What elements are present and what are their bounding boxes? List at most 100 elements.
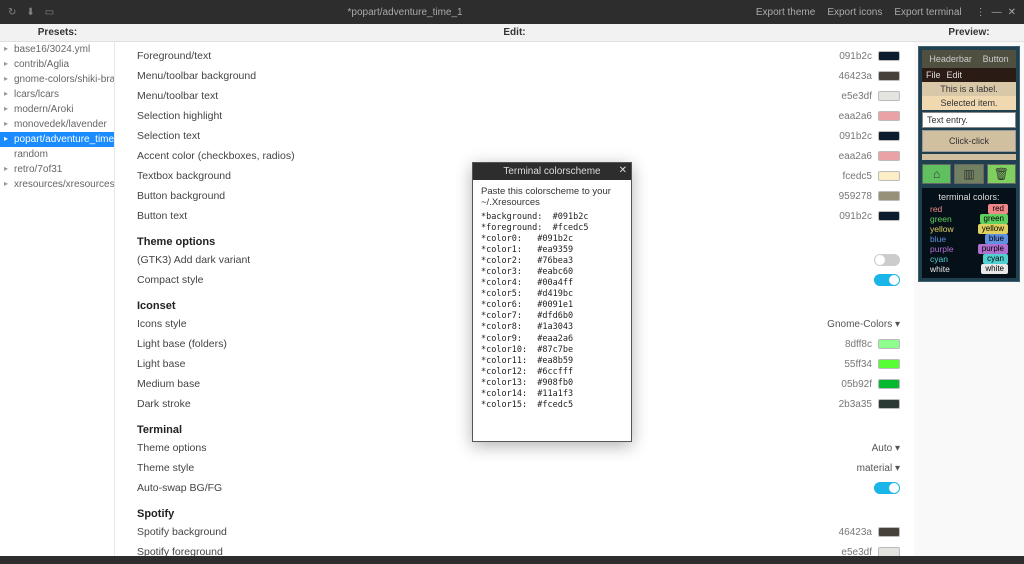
term-color-chip: blue [985,234,1008,244]
toggle-label: Auto-swap BG/FG [137,482,874,494]
minimize-icon[interactable]: — [992,7,1002,18]
color-row: Selection text091b2c [137,126,900,146]
color-row: Foreground/text091b2c [137,46,900,66]
color-label: Menu/toolbar background [137,70,824,82]
dialog-titlebar: Terminal colorscheme ✕ [473,163,631,180]
term-color-chip: yellow [978,224,1008,234]
menu-icon[interactable]: ⋮ [976,7,986,18]
color-swatch[interactable] [878,547,900,556]
term-color-chip: white [981,264,1008,274]
color-swatch[interactable] [878,191,900,201]
bottom-bar [0,556,1024,564]
term-color-chip: purple [978,244,1008,254]
term-color-row: purple purple [926,244,1012,254]
reload-icon[interactable]: ↻ [8,7,16,18]
desktop-icon: ▥ [954,164,983,184]
sidebar-item[interactable]: popart/adventure_time_1 [0,132,114,147]
sidebar-item[interactable]: monovedek/lavender [0,117,114,132]
preview-text-entry: Text entry. [922,112,1016,128]
preview-headerbar-label: Headerbar [929,54,972,64]
color-swatch[interactable] [878,71,900,81]
color-swatch[interactable] [878,131,900,141]
sidebar-item[interactable]: retro/7of31 [0,162,114,177]
preview-selected-item: Selected item. [922,96,1016,110]
sidebar-item[interactable]: contrib/Aglia [0,57,114,72]
sidebar-item[interactable]: xresources/xresources [0,177,114,192]
dropdown-value[interactable]: material ▾ [857,463,900,474]
color-hex: 091b2c [824,211,872,222]
toggle-switch[interactable] [874,254,900,266]
color-label: Menu/toolbar text [137,90,824,102]
color-hex: e5e3df [824,547,872,557]
dialog-xresources-text[interactable]: *background: #091b2c *foreground: #fcedc… [481,212,623,411]
color-swatch[interactable] [878,527,900,537]
preview-button: Click-click [922,130,1016,152]
color-hex: 959278 [824,191,872,202]
term-color-name: purple [930,244,954,254]
preview-terminal-header: terminal colors: [926,192,1012,202]
dropdown-value[interactable]: Auto ▾ [872,443,900,454]
term-color-name: green [930,214,952,224]
color-label: Spotify background [137,526,824,538]
sidebar-item[interactable]: random [0,147,114,162]
close-icon[interactable]: ✕ [1008,7,1016,18]
color-swatch[interactable] [878,151,900,161]
dialog-close-icon[interactable]: ✕ [619,165,627,176]
export-terminal-action[interactable]: Export terminal [894,7,961,18]
color-swatch[interactable] [878,211,900,221]
term-color-name: white [930,264,950,274]
presets-header: Presets: [0,27,115,38]
dropdown-label: Theme style [137,462,857,474]
color-swatch[interactable] [878,339,900,349]
sidebar-item[interactable]: gnome-colors/shiki-brave [0,72,114,87]
color-hex: 46423a [824,71,872,82]
term-color-name: cyan [930,254,948,264]
toggle-switch[interactable] [874,274,900,286]
sidebar-item[interactable]: base16/3024.yml [0,42,114,57]
color-hex: 8dff8c [824,339,872,350]
color-hex: fcedc5 [824,171,872,182]
term-color-row: cyan cyan [926,254,1012,264]
term-color-chip: green [980,214,1008,224]
color-label: Selection text [137,130,824,142]
color-label: Spotify foreground [137,546,824,556]
preview-menubar: File Edit [922,68,1016,82]
color-hex: 05b92f [824,379,872,390]
color-row: Spotify foregrounde5e3df [137,542,900,556]
color-swatch[interactable] [878,91,900,101]
sidebar-item[interactable]: modern/Aroki [0,102,114,117]
term-color-chip: cyan [983,254,1008,264]
color-swatch[interactable] [878,171,900,181]
color-swatch[interactable] [878,399,900,409]
term-color-row: redred [926,204,1012,214]
color-hex: 46423a [824,527,872,538]
export-icons-action[interactable]: Export icons [827,7,882,18]
dropdown-label: Theme options [137,442,872,454]
color-row: Spotify background46423a [137,522,900,542]
color-swatch[interactable] [878,379,900,389]
terminal-colorscheme-dialog: Terminal colorscheme ✕ Paste this colors… [472,162,632,442]
preview-headerbar-button: Button [983,54,1009,64]
sidebar-item[interactable]: lcars/lcars [0,87,114,102]
home-icon: ⌂ [922,164,951,184]
term-color-name: blue [930,234,946,244]
trash-icon: 🗑 [987,164,1016,184]
export-theme-action[interactable]: Export theme [756,7,815,18]
color-swatch[interactable] [878,359,900,369]
preview-menu-file: File [926,70,941,80]
box-icon[interactable]: ▭ [45,7,54,18]
download-icon[interactable]: ⬇ [26,7,34,18]
color-swatch[interactable] [878,51,900,61]
dropdown-value[interactable]: Gnome-Colors ▾ [827,319,900,330]
color-hex: 2b3a35 [824,399,872,410]
toggle-switch[interactable] [874,482,900,494]
preview-panel: Headerbar Button File Edit This is a lab… [914,42,1024,556]
color-hex: eaa2a6 [824,111,872,122]
toggle-row: Auto-swap BG/FG [137,478,900,498]
term-color-row: green green [926,214,1012,224]
color-swatch[interactable] [878,111,900,121]
term-color-name: yellow [930,224,954,234]
color-hex: 091b2c [824,51,872,62]
preview-progressbar [922,154,1016,160]
window-title: *popart/adventure_time_1 [54,7,756,18]
